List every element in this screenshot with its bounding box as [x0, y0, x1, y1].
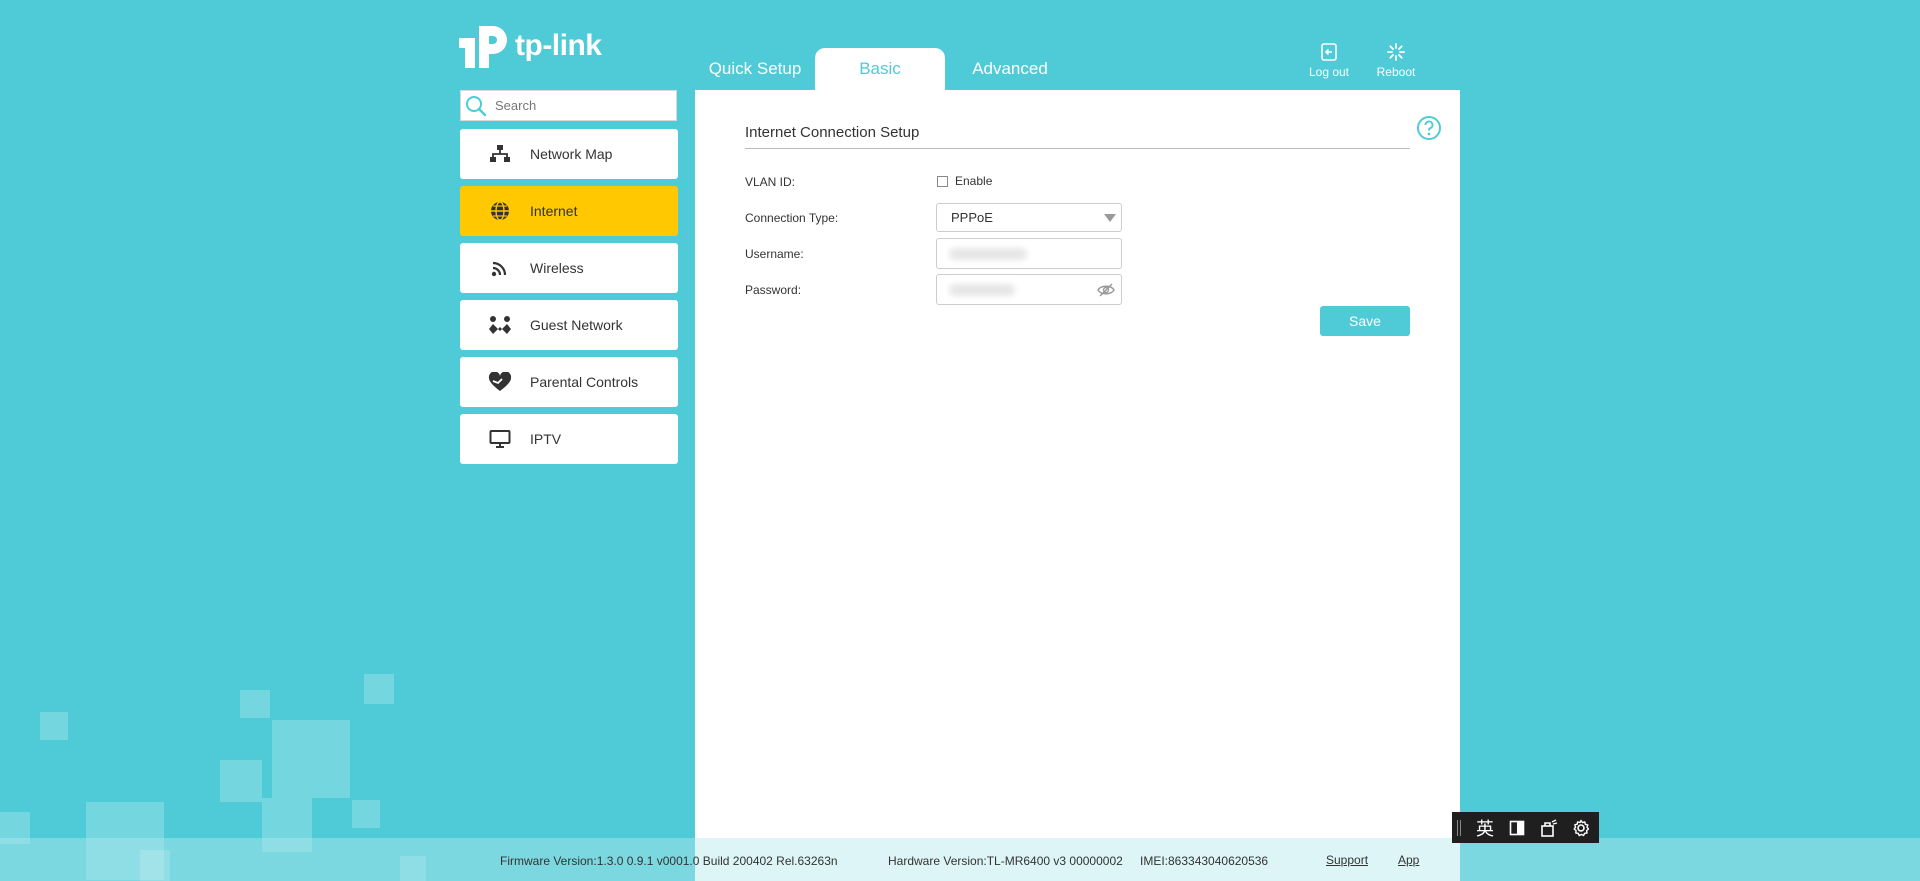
- redacted-value: [949, 284, 1015, 296]
- username-field[interactable]: [936, 238, 1122, 269]
- eye-off-icon[interactable]: [1097, 282, 1115, 303]
- sidebar-item-iptv[interactable]: IPTV: [460, 414, 678, 464]
- search-input[interactable]: [493, 97, 667, 114]
- decorative-square: [240, 690, 270, 718]
- gear-icon[interactable]: [1565, 819, 1597, 837]
- decorative-square: [40, 712, 68, 740]
- chevron-down-icon: [1104, 214, 1116, 222]
- tp-link-logo: tp-link: [459, 20, 602, 72]
- globe-icon: [486, 200, 514, 222]
- reboot-label: Reboot: [1376, 65, 1416, 79]
- decorative-square: [352, 800, 380, 828]
- reboot-button[interactable]: Reboot: [1366, 42, 1426, 79]
- guest-network-icon: [486, 315, 514, 335]
- sidebar-item-guest-network[interactable]: Guest Network: [460, 300, 678, 350]
- tab-advanced[interactable]: Advanced: [945, 48, 1075, 90]
- decorative-square: [272, 720, 350, 798]
- save-button[interactable]: Save: [1320, 306, 1410, 336]
- hardware-version: Hardware Version:TL-MR6400 v3 00000002: [888, 854, 1123, 868]
- half-width-icon[interactable]: [1501, 820, 1533, 836]
- connection-type-label: Connection Type:: [745, 211, 839, 225]
- sidebar-item-internet[interactable]: Internet: [460, 186, 678, 236]
- logo-text: tp-link: [515, 29, 602, 62]
- vlan-enable-label: Enable: [955, 174, 993, 188]
- logout-label: Log out: [1308, 65, 1350, 79]
- tp-link-logo-icon: [459, 26, 507, 68]
- decorative-square: [364, 674, 394, 704]
- help-icon: [1417, 116, 1441, 140]
- footer: Firmware Version:1.3.0 0.9.1 v0001.0 Bui…: [0, 838, 1920, 881]
- sidebar-item-wireless[interactable]: Wireless: [460, 243, 678, 293]
- password-field[interactable]: [936, 274, 1122, 305]
- toolbox-icon[interactable]: [1533, 818, 1565, 837]
- app-link[interactable]: App: [1398, 853, 1419, 867]
- network-map-icon: [486, 144, 514, 164]
- sidebar-item-label: IPTV: [530, 431, 562, 447]
- sidebar-item-label: Internet: [530, 203, 578, 219]
- heart-icon: [486, 372, 514, 392]
- password-label: Password:: [745, 283, 802, 297]
- tab-quick-setup[interactable]: Quick Setup: [695, 48, 815, 90]
- wireless-icon: [486, 258, 514, 278]
- main-tabs: Quick Setup Basic Advanced: [695, 48, 1075, 90]
- logout-button[interactable]: Log out: [1299, 42, 1359, 79]
- search-icon: [466, 95, 487, 116]
- sidebar-item-label: Parental Controls: [530, 374, 639, 390]
- reboot-icon: [1387, 43, 1405, 61]
- decorative-square: [220, 760, 262, 802]
- monitor-icon: [486, 429, 514, 449]
- ime-toolbar: 英: [1452, 812, 1599, 843]
- tab-basic[interactable]: Basic: [815, 48, 945, 90]
- logout-icon: [1321, 43, 1337, 61]
- sidebar-item-label: Wireless: [530, 260, 584, 276]
- redacted-value: [949, 248, 1027, 260]
- firmware-version: Firmware Version:1.3.0 0.9.1 v0001.0 Bui…: [500, 854, 838, 868]
- help-button[interactable]: [1416, 115, 1442, 146]
- username-label: Username:: [745, 247, 804, 261]
- vlan-enable-row: Enable: [937, 174, 992, 188]
- connection-type-value: PPPoE: [951, 210, 993, 225]
- toolbar-grip[interactable]: [1457, 819, 1461, 836]
- main-panel: Internet Connection Setup VLAN ID: Enabl…: [695, 90, 1460, 881]
- sidebar-item-label: Network Map: [530, 146, 613, 162]
- section-title: Internet Connection Setup: [745, 124, 920, 141]
- sidebar-item-parental-controls[interactable]: Parental Controls: [460, 357, 678, 407]
- search-box: [460, 90, 677, 121]
- vlan-enable-checkbox[interactable]: [937, 175, 948, 187]
- vlan-id-label: VLAN ID:: [745, 175, 796, 189]
- connection-type-select[interactable]: PPPoE: [936, 203, 1122, 232]
- sidebar-item-network-map[interactable]: Network Map: [460, 129, 678, 179]
- sidebar-item-label: Guest Network: [530, 317, 623, 333]
- imei: IMEI:863343040620536: [1140, 854, 1269, 868]
- section-divider: [745, 148, 1410, 149]
- support-link[interactable]: Support: [1326, 853, 1368, 867]
- ime-language-button[interactable]: 英: [1469, 815, 1501, 841]
